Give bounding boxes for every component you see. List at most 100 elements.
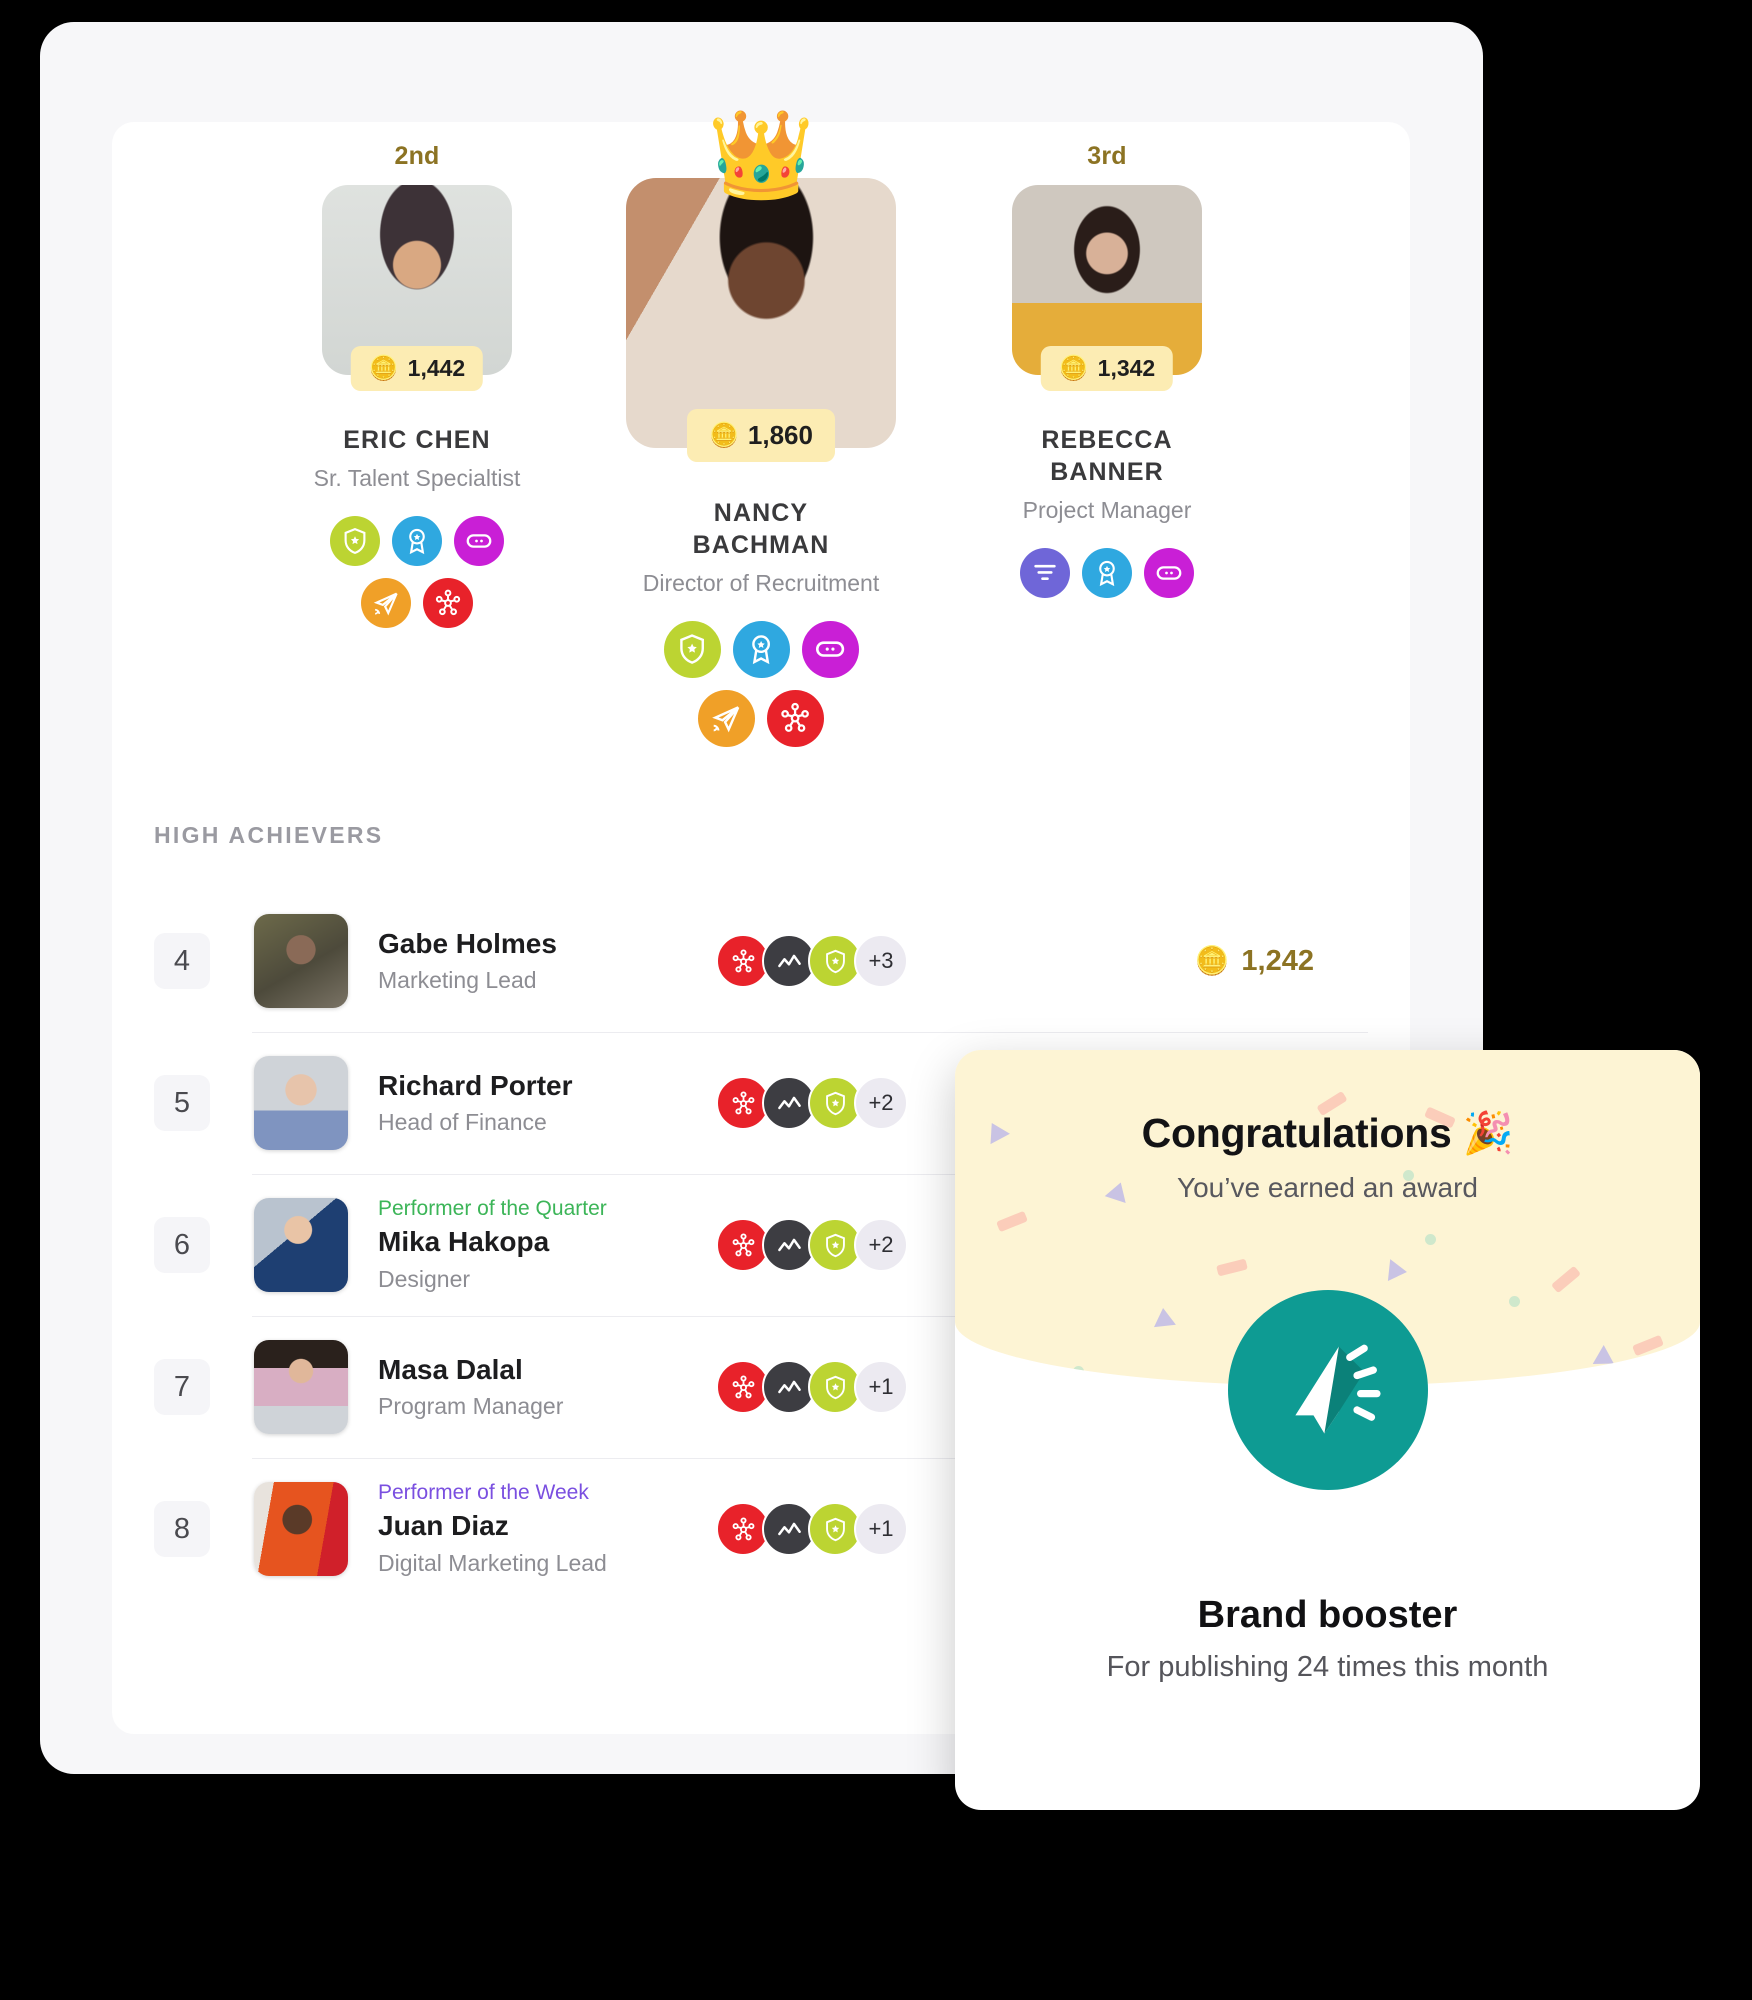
person-name-second: ERIC CHEN [343, 426, 491, 454]
person-role-third: Project Manager [1022, 497, 1192, 523]
row-rank: 7 [154, 1359, 210, 1415]
award-name: Brand booster [1197, 1594, 1458, 1636]
row-text: Performer of the Week Juan Diaz Digital … [378, 1479, 698, 1579]
row-text: Gabe Holmes Marketing Lead [378, 926, 698, 997]
confetti-dot-icon [1509, 1296, 1520, 1307]
row-rank: 6 [154, 1217, 210, 1273]
award-ribbon-icon[interactable] [732, 620, 790, 678]
row-rank: 4 [154, 933, 210, 989]
chat-bubble-icon[interactable] [801, 620, 859, 678]
confetti-bar-icon [1550, 1265, 1582, 1294]
confetti-bar-icon [1216, 1258, 1248, 1277]
avatar [254, 1482, 348, 1576]
row-name: Gabe Holmes [378, 927, 557, 959]
badge-overflow-count[interactable]: +1 [854, 1502, 908, 1556]
row-role: Digital Marketing Lead [378, 1549, 607, 1576]
row-role: Designer [378, 1265, 471, 1292]
row-name: Juan Diaz [378, 1510, 509, 1542]
row-role: Head of Finance [378, 1109, 547, 1136]
row-text: Performer of the Quarter Mika Hakopa Des… [378, 1195, 698, 1295]
confetti-bar-icon [996, 1210, 1028, 1233]
coins-emoji: 🪙 [368, 354, 399, 382]
page-title: Congratulations 🎉 [1141, 1110, 1514, 1156]
person-role-first: Director of Recruitment [642, 570, 880, 596]
shield-star-icon[interactable] [330, 515, 380, 566]
award-ribbon-icon[interactable] [392, 515, 442, 566]
row-rank: 8 [154, 1501, 210, 1557]
person-name-third-line1: REBECCA [1041, 426, 1173, 454]
chat-bubble-icon[interactable] [1144, 547, 1194, 598]
shield-star-icon[interactable] [663, 620, 721, 678]
points-value-second: 1,442 [407, 355, 466, 381]
screenshot-root: 2nd 🪙 1,442 ERIC CHEN Sr. Talent Special… [0, 0, 1752, 2000]
points-badge-first: 🪙 1,860 [687, 409, 835, 462]
badge-overflow-count[interactable]: +1 [854, 1360, 908, 1414]
points-value-third: 1,342 [1097, 355, 1156, 381]
row-text: Masa Dalal Program Manager [378, 1352, 698, 1423]
filter-funnel-icon[interactable] [1020, 547, 1070, 598]
coins-emoji: 🪙 [1194, 945, 1230, 976]
badge-row-third [1017, 547, 1197, 598]
podium-third-place[interactable]: 3rd 🪙 1,342 REBECCA BANNER Project Manag… [942, 142, 1272, 598]
avatar [254, 1340, 348, 1434]
row-badges: +2 [716, 1218, 908, 1272]
avatar-wrap-first: 🪙 1,860 [626, 178, 896, 462]
confetti-dot-icon [1425, 1234, 1436, 1245]
confetti-dot-icon [1073, 1366, 1084, 1377]
confetti-bar-icon [1632, 1334, 1664, 1357]
row-name: Masa Dalal [378, 1353, 523, 1385]
person-name-third: REBECCA BANNER [942, 424, 1272, 488]
row-role: Program Manager [378, 1393, 564, 1420]
podium-second-place[interactable]: 2nd 🪙 1,442 ERIC CHEN Sr. Talent Special… [252, 142, 582, 628]
network-hub-icon[interactable] [423, 577, 473, 628]
badge-row-first [656, 620, 866, 747]
coins-emoji: 🪙 [709, 421, 739, 449]
status-badge: Performer of the Quarter [378, 1197, 607, 1221]
row-points-value: 1,242 [1241, 944, 1314, 977]
person-name-first-line1: NANCY [713, 499, 809, 527]
points-badge-third: 🪙 1,342 [1040, 346, 1174, 391]
person-name-third-line2: BANNER [1050, 458, 1164, 486]
badge-overflow-count[interactable]: +2 [854, 1218, 908, 1272]
status-badge: Performer of the Week [378, 1481, 589, 1505]
congrats-subtitle: You’ve earned an award [1177, 1172, 1478, 1203]
award-ribbon-icon[interactable] [1082, 547, 1132, 598]
person-name-first: NANCY BACHMAN [596, 497, 926, 561]
person-name-first-line2: BACHMAN [692, 531, 830, 559]
avatar-wrap-second: 🪙 1,442 [322, 185, 512, 391]
crown-emoji: 👑 [707, 107, 815, 203]
row-badges: +2 [716, 1076, 908, 1130]
points-value-first: 1,860 [747, 420, 813, 450]
badge-row-second [327, 515, 507, 628]
row-badges: +3 [716, 934, 908, 988]
award-description: For publishing 24 times this month [1106, 1651, 1549, 1683]
paper-plane-icon[interactable] [698, 689, 755, 747]
confetti-triangle-icon [1152, 1306, 1176, 1328]
row-badges: +1 [716, 1502, 908, 1556]
chat-bubble-icon[interactable] [454, 515, 504, 566]
confetti-triangle-icon [1387, 1259, 1409, 1283]
rank-label-third: 3rd [1087, 142, 1127, 170]
coins-emoji: 🪙 [1058, 354, 1089, 382]
badge-overflow-count[interactable]: +2 [854, 1076, 908, 1130]
avatar-nancy-bachman [626, 178, 896, 448]
high-achievers-title: HIGH ACHIEVERS [154, 822, 384, 848]
table-row[interactable]: 4 Gabe Holmes Marketing Lead +3 🪙 1,242 [154, 890, 1368, 1032]
row-name: Richard Porter [378, 1069, 573, 1101]
row-role: Marketing Lead [378, 967, 537, 994]
paper-plane-icon[interactable] [361, 577, 411, 628]
avatar [254, 1198, 348, 1292]
avatar-wrap-third: 🪙 1,342 [1012, 185, 1202, 391]
avatar [254, 914, 348, 1008]
award-congratulations-card[interactable]: Congratulations 🎉 You’ve earned an award… [955, 1050, 1700, 1810]
confetti-triangle-icon [1592, 1344, 1620, 1374]
network-hub-icon[interactable] [767, 689, 824, 747]
row-badges: +1 [716, 1360, 908, 1414]
avatar [254, 1056, 348, 1150]
person-role-second: Sr. Talent Specialtist [313, 465, 521, 491]
badge-overflow-count[interactable]: +3 [854, 934, 908, 988]
podium-first-place[interactable]: 👑 🪙 1,860 NANCY BACHMAN Director of Recr… [596, 112, 926, 747]
rank-label-second: 2nd [394, 142, 440, 170]
row-text: Richard Porter Head of Finance [378, 1068, 698, 1139]
podium: 2nd 🪙 1,442 ERIC CHEN Sr. Talent Special… [112, 112, 1410, 772]
